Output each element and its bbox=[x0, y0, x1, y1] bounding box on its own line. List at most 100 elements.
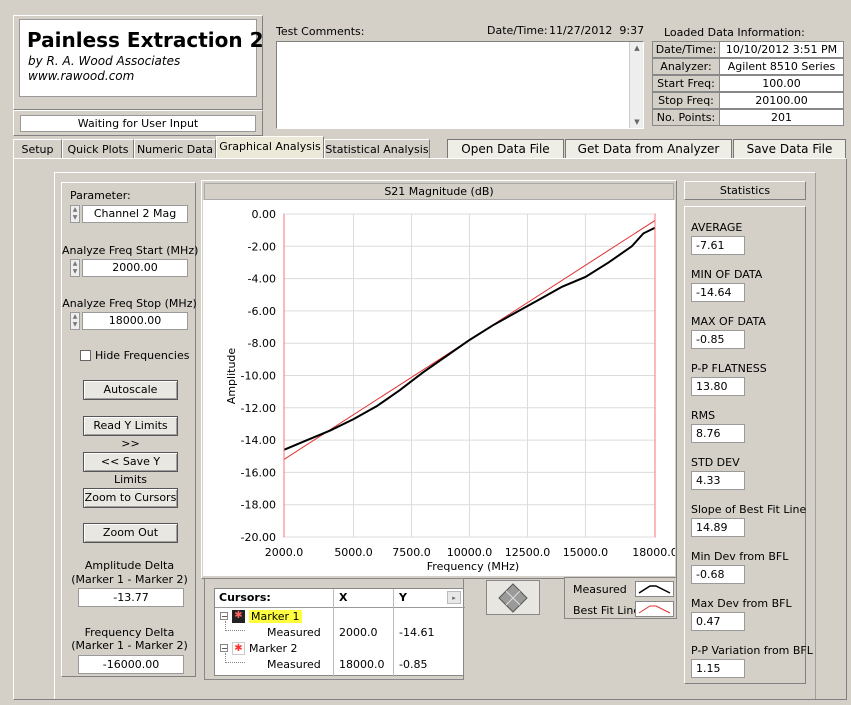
stat-value: 14.89 bbox=[691, 518, 745, 537]
stat-value: 13.80 bbox=[691, 377, 745, 396]
app-title: Painless Extraction 2 bbox=[27, 28, 264, 52]
x-tick-label: 18000.0 bbox=[632, 546, 675, 559]
marker-2-sub: Measured bbox=[267, 658, 321, 671]
legend-bestfit-label: Best Fit Line bbox=[573, 604, 641, 617]
freq-stop-input[interactable]: 18000.00 bbox=[82, 312, 188, 330]
loaded-info-key: Date/Time: bbox=[652, 41, 720, 58]
marker-1-expand-icon[interactable]: − bbox=[220, 612, 228, 621]
tab-numeric-data[interactable]: Numeric Data bbox=[134, 139, 216, 159]
loaded-info-value: 100.00 bbox=[719, 75, 844, 92]
legend-measured-swatch[interactable] bbox=[635, 581, 674, 597]
save-data-file-button[interactable]: Save Data File bbox=[733, 139, 846, 159]
x-tick-label: 10000.0 bbox=[447, 546, 493, 559]
statistics-panel: AVERAGE -7.61 MIN OF DATA -14.64 MAX OF DATA… bbox=[684, 206, 813, 684]
x-axis-label: Frequency (MHz) bbox=[427, 560, 519, 573]
status-text: Waiting for User Input bbox=[20, 115, 256, 132]
y-tick-label: -8.00 bbox=[248, 337, 276, 350]
cursors-scroll-icon[interactable]: ▸ bbox=[447, 591, 461, 604]
loaded-info-key: No. Points: bbox=[652, 109, 720, 126]
stat-value: -14.64 bbox=[691, 283, 745, 302]
x-tick-label: 15000.0 bbox=[563, 546, 609, 559]
chart-title: S21 Magnitude (dB) bbox=[204, 183, 674, 200]
loaded-info-key: Analyzer: bbox=[652, 58, 720, 75]
amplitude-delta-label: Amplitude Delta bbox=[84, 559, 175, 572]
marker-2-expand-icon[interactable]: − bbox=[220, 644, 228, 653]
y-tick-label: -18.00 bbox=[241, 499, 276, 512]
parameter-label: Parameter: bbox=[70, 189, 131, 202]
loaded-info-value: 10/10/2012 3:51 PM bbox=[719, 41, 844, 58]
left-controls-panel: Parameter: ▲ ▼ Channel 2 Mag Analyze Freq… bbox=[61, 182, 199, 677]
comments-scrollbar[interactable]: ▲ ▼ bbox=[629, 42, 643, 128]
autoscale-button[interactable]: Autoscale bbox=[83, 380, 178, 400]
chart-svg[interactable]: 0.00 -2.00 -4.00 -6.00 -8.00 -10.00 -12.00 -14.… bbox=[203, 200, 675, 576]
stat-value: -0.85 bbox=[691, 330, 745, 349]
y-tick-label: -4.00 bbox=[248, 273, 276, 286]
parameter-select[interactable]: Channel 2 Mag bbox=[82, 205, 188, 223]
tab-graphical-analysis[interactable]: Graphical Analysis bbox=[216, 136, 324, 159]
freq-stop-label: Analyze Freq Stop (MHz) bbox=[62, 297, 197, 310]
zoom-to-cursors-button[interactable]: Zoom to Cursors bbox=[83, 488, 178, 508]
marker-2-y: -0.85 bbox=[399, 658, 428, 671]
stat-label: Slope of Best Fit Line bbox=[691, 503, 807, 516]
cursors-header-name: Cursors: bbox=[219, 591, 271, 604]
freq-stop-spinner[interactable]: ▲ ▼ bbox=[70, 312, 80, 330]
x-tick-label: 7500.0 bbox=[392, 546, 431, 559]
tab-setup[interactable]: Setup bbox=[13, 139, 62, 159]
cursors-col-divider-2 bbox=[393, 589, 394, 677]
freq-start-input[interactable]: 2000.00 bbox=[82, 259, 188, 277]
frequency-delta-sublabel: (Marker 1 - Marker 2) bbox=[71, 639, 188, 652]
stat-value: 0.47 bbox=[691, 612, 745, 631]
datetime-label: Date/Time: bbox=[487, 24, 548, 37]
open-data-file-button[interactable]: Open Data File bbox=[447, 139, 564, 159]
test-comments-input[interactable]: ▲ ▼ bbox=[276, 41, 644, 129]
stat-value: -7.61 bbox=[691, 236, 745, 255]
tab-quick-plots[interactable]: Quick Plots bbox=[62, 139, 134, 159]
zoom-out-button[interactable]: Zoom Out bbox=[83, 523, 178, 543]
marker-1-x: 2000.0 bbox=[339, 626, 378, 639]
test-comments-label: Test Comments: bbox=[276, 25, 365, 38]
cursor-move-pad[interactable] bbox=[486, 580, 540, 615]
y-tick-label: -6.00 bbox=[248, 305, 276, 318]
y-tick-label: 0.00 bbox=[252, 208, 277, 221]
scroll-down-icon[interactable]: ▼ bbox=[630, 118, 644, 126]
x-tick-label: 12500.0 bbox=[505, 546, 551, 559]
hide-frequencies-checkbox[interactable] bbox=[80, 350, 91, 361]
y-tick-label: -10.00 bbox=[241, 370, 276, 383]
marker-1-y: -14.61 bbox=[399, 626, 435, 639]
stat-value: 4.33 bbox=[691, 471, 745, 490]
marker-2-x: 18000.0 bbox=[339, 658, 385, 671]
amplitude-delta-value: -13.77 bbox=[78, 588, 184, 607]
save-y-limits-button[interactable]: << Save Y Limits bbox=[83, 452, 178, 486]
amplitude-delta-sublabel: (Marker 1 - Marker 2) bbox=[71, 573, 188, 586]
freq-start-label: Analyze Freq Start (MHz) bbox=[62, 244, 199, 257]
legend-bestfit-swatch[interactable] bbox=[635, 601, 674, 617]
x-tick-label: 5000.0 bbox=[334, 546, 373, 559]
app-author: by R. A. Wood Associates bbox=[28, 54, 181, 68]
stat-label: Min Dev from BFL bbox=[691, 550, 789, 563]
x-tick-label: 2000.0 bbox=[265, 546, 304, 559]
freq-start-spinner[interactable]: ▲ ▼ bbox=[70, 259, 80, 277]
legend-measured-label: Measured bbox=[573, 583, 627, 596]
read-y-limits-button[interactable]: Read Y Limits >> bbox=[83, 416, 178, 450]
stat-label: MAX OF DATA bbox=[691, 315, 766, 328]
cursor-move-diamond-icon[interactable] bbox=[487, 581, 539, 614]
cursors-header-divider bbox=[215, 607, 465, 608]
statistics-title: Statistics bbox=[684, 181, 806, 200]
cursors-table[interactable]: Cursors: X Y ▸ − ✱ Marker 1 Measured 200… bbox=[214, 588, 465, 677]
datetime-value: 11/27/2012 9:37 bbox=[549, 24, 645, 37]
tab-statistical-analysis[interactable]: Statistical Analysis bbox=[324, 139, 430, 159]
stat-label: RMS bbox=[691, 409, 716, 422]
y-axis-label: Amplitude bbox=[225, 348, 238, 405]
marker-2-name[interactable]: Marker 2 bbox=[249, 642, 298, 655]
tree-line-1 bbox=[225, 621, 245, 631]
stat-value: 8.76 bbox=[691, 424, 745, 443]
stat-label: MIN OF DATA bbox=[691, 268, 763, 281]
cursors-header-y: Y bbox=[399, 591, 407, 604]
title-box: Painless Extraction 2 by R. A. Wood Asso… bbox=[19, 19, 264, 97]
frequency-delta-value: -16000.00 bbox=[78, 655, 184, 674]
parameter-spinner[interactable]: ▲ ▼ bbox=[70, 205, 80, 223]
loaded-info-value: Agilent 8510 Series bbox=[719, 58, 844, 75]
get-data-from-analyzer-button[interactable]: Get Data from Analyzer bbox=[565, 139, 732, 159]
marker-1-name[interactable]: Marker 1 bbox=[249, 610, 302, 623]
scroll-up-icon[interactable]: ▲ bbox=[630, 44, 644, 52]
